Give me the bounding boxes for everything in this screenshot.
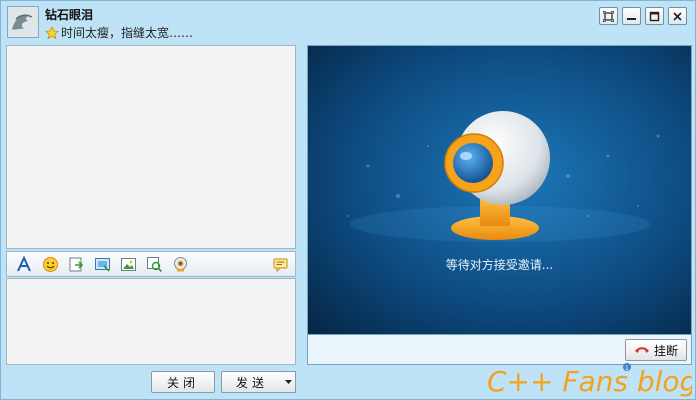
svg-text:1: 1 xyxy=(625,365,629,372)
hangup-button[interactable]: 挂断 xyxy=(624,339,687,361)
star-icon xyxy=(45,25,59,39)
send-file-button[interactable] xyxy=(67,255,85,273)
scan-icon xyxy=(146,256,162,272)
camera-icon xyxy=(173,256,187,271)
video-background xyxy=(308,46,691,334)
emoji-icon xyxy=(42,256,58,272)
close-chat-button[interactable]: 关闭 xyxy=(151,371,215,393)
status-text: 时间太瘦，指缝太宽…… xyxy=(61,26,194,40)
chat-window: 钻石眼泪 时间太瘦，指缝太宽…… 关闭 发送 等待对方接受邀请... 挂断 C+… xyxy=(0,0,696,400)
minimize-button[interactable] xyxy=(622,7,641,25)
font-button[interactable] xyxy=(15,255,33,273)
phone-hangup-icon xyxy=(634,347,649,353)
emoji-button[interactable] xyxy=(41,255,59,273)
maximize-button[interactable] xyxy=(645,7,664,25)
screenshot-button[interactable] xyxy=(93,255,111,273)
font-icon xyxy=(16,255,31,271)
message-history-button[interactable] xyxy=(271,255,289,273)
svg-text:C++ Fans blog: C++ Fans blog xyxy=(487,365,692,398)
message-history-icon xyxy=(273,258,287,272)
hangup-label: 挂断 xyxy=(653,343,678,358)
send-button[interactable]: 发送 xyxy=(221,371,283,393)
pin-button[interactable] xyxy=(599,7,618,25)
window-controls xyxy=(599,7,687,25)
camera-button[interactable] xyxy=(171,255,189,273)
send-file-icon xyxy=(69,257,83,271)
waiting-text: 等待对方接受邀请... xyxy=(445,258,554,272)
fullscreen-icon xyxy=(603,10,614,22)
video-panel: 等待对方接受邀请... xyxy=(307,45,692,335)
screenshot-icon xyxy=(94,257,110,272)
close-button[interactable] xyxy=(668,7,687,25)
minimize-icon xyxy=(627,17,636,20)
message-history-area[interactable] xyxy=(6,45,296,249)
chat-toolbar xyxy=(6,251,296,277)
chevron-down-icon xyxy=(285,379,292,384)
title-bar: 钻石眼泪 时间太瘦，指缝太宽…… xyxy=(1,1,695,43)
blog-watermark: C++ Fans blog 1 xyxy=(487,363,692,398)
avatar[interactable] xyxy=(7,6,39,38)
contact-status: 时间太瘦，指缝太宽…… xyxy=(45,24,193,41)
image-icon xyxy=(120,257,136,271)
image-button[interactable] xyxy=(119,255,137,273)
scan-button[interactable] xyxy=(145,255,163,273)
maximize-icon xyxy=(649,11,660,21)
contact-name[interactable]: 钻石眼泪 xyxy=(45,6,93,23)
message-input[interactable] xyxy=(6,278,296,365)
send-options-dropdown[interactable] xyxy=(282,371,296,393)
close-icon xyxy=(673,11,682,21)
